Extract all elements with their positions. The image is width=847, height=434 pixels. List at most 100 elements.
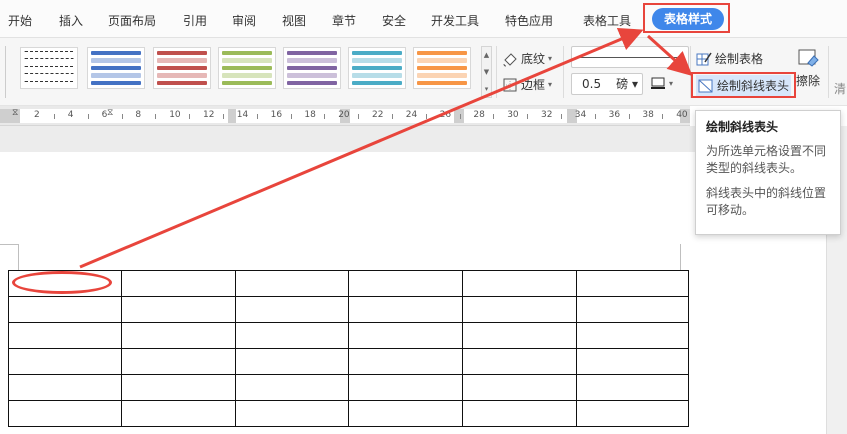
tab-table-tools[interactable]: 表格工具 — [583, 12, 631, 29]
ruler-tick — [53, 114, 55, 119]
ruler-tick — [256, 114, 258, 119]
shading-button[interactable]: 底纹 ▾ — [502, 50, 552, 67]
table-cell[interactable] — [235, 296, 349, 323]
table-cell[interactable] — [348, 296, 463, 323]
tab-page-layout[interactable]: 页面布局 — [108, 12, 156, 29]
margin-corner-mark — [18, 244, 19, 270]
chevron-up-icon[interactable]: ▲ — [482, 47, 491, 64]
table-cell[interactable] — [235, 322, 349, 349]
table-style-swatch-orange[interactable] — [413, 47, 471, 89]
table-style-swatch-blue[interactable] — [87, 47, 145, 89]
table-cell[interactable] — [462, 400, 577, 427]
table-cell[interactable] — [462, 322, 577, 349]
table-cell[interactable] — [8, 322, 122, 349]
table-cell[interactable] — [235, 270, 349, 297]
line-color-button[interactable]: ▾ — [650, 76, 673, 90]
highlight-table-style-tab — [643, 3, 730, 33]
table-cell[interactable] — [235, 348, 349, 375]
ruler-number: 40 — [676, 110, 688, 120]
table-style-swatch-green[interactable] — [218, 47, 276, 89]
ruler-number: 10 — [169, 110, 181, 120]
ruler-number: 34 — [574, 110, 587, 120]
table-cell[interactable] — [462, 270, 577, 297]
draw-table-label: 绘制表格 — [715, 52, 764, 66]
ruler-number: 32 — [541, 110, 553, 120]
table-style-swatch-red[interactable] — [153, 47, 211, 89]
document-table[interactable] — [8, 270, 689, 427]
eraser-icon — [798, 49, 819, 67]
margin-corner-mark — [680, 244, 681, 270]
ruler-tick — [155, 114, 157, 119]
tab-references[interactable]: 引用 — [183, 12, 207, 29]
table-cell[interactable] — [576, 374, 689, 401]
table-cell[interactable] — [576, 322, 689, 349]
table-cell[interactable] — [348, 348, 463, 375]
table-cell[interactable] — [235, 374, 349, 401]
line-width-select[interactable]: 0.5 磅 ▾ — [571, 73, 643, 95]
tab-review[interactable]: 审阅 — [232, 12, 256, 29]
shading-icon — [503, 52, 517, 66]
table-cell[interactable] — [576, 296, 689, 323]
table-cell[interactable] — [8, 348, 122, 375]
table-cell[interactable] — [8, 296, 122, 323]
tab-start[interactable]: 开始 — [8, 12, 32, 29]
tab-insert[interactable]: 插入 — [59, 12, 83, 29]
tooltip-title: 绘制斜线表头 — [706, 120, 779, 134]
table-cell[interactable] — [121, 322, 236, 349]
table-cell[interactable] — [348, 270, 463, 297]
border-button[interactable]: 边框 ▾ — [502, 76, 552, 93]
ruler-tick — [425, 114, 427, 119]
horizontal-ruler[interactable]: ⧖ ⧖ 2 4 6 8 10 12 14 16 18 20 22 24 26 28 30 32 34 36 38 40 — [0, 106, 698, 126]
table-cell[interactable] — [121, 400, 236, 427]
table-cell[interactable] — [348, 400, 463, 427]
draw-table-button[interactable]: 绘制表格 — [696, 50, 763, 67]
table-cell[interactable] — [121, 374, 236, 401]
chevron-down-icon: ▾ — [548, 80, 553, 89]
table-cell[interactable] — [121, 348, 236, 375]
line-width-unit: 磅 ▾ — [616, 77, 638, 91]
expand-gallery-icon[interactable]: ▾ — [482, 81, 491, 98]
table-cell[interactable] — [462, 296, 577, 323]
table-cell[interactable] — [121, 270, 236, 297]
erase-label: 擦除 — [796, 74, 821, 88]
draw-table-icon — [696, 52, 712, 65]
table-cell[interactable] — [348, 322, 463, 349]
table-cell[interactable] — [8, 400, 122, 427]
ruler-column-marker[interactable] — [228, 109, 236, 123]
indent-marker-icon[interactable]: ⧖ — [12, 108, 18, 118]
table-cell[interactable] — [8, 374, 122, 401]
table-cell[interactable] — [576, 270, 689, 297]
tooltip-description: 为所选单元格设置不同类型的斜线表头。 — [706, 144, 827, 175]
table-cell[interactable] — [576, 348, 689, 375]
line-width-value: 0.5 — [582, 77, 602, 91]
table-cell[interactable] — [576, 400, 689, 427]
ruler-tick — [324, 114, 326, 119]
tab-view[interactable]: 视图 — [282, 12, 306, 29]
table-row — [8, 400, 689, 427]
gallery-scroll-icon[interactable]: ▲ ▼ ▾ — [481, 46, 492, 98]
erase-button[interactable]: 擦除 — [796, 48, 820, 89]
line-style-select[interactable] — [571, 46, 689, 68]
table-style-swatch-teal[interactable] — [348, 47, 406, 89]
table-cell[interactable] — [462, 348, 577, 375]
table-style-swatch-plain[interactable] — [20, 47, 78, 89]
table-cell[interactable] — [348, 374, 463, 401]
tab-security[interactable]: 安全 — [382, 12, 406, 29]
ruler-number: 12 — [203, 110, 215, 120]
table-cell[interactable] — [235, 400, 349, 427]
chevron-down-icon[interactable]: ▼ — [482, 64, 491, 81]
table-cell[interactable] — [121, 296, 236, 323]
table-row — [8, 322, 689, 349]
table-style-swatch-purple[interactable] — [283, 47, 341, 89]
ruler-tick — [594, 114, 596, 119]
tab-chapter[interactable]: 章节 — [332, 12, 356, 29]
ribbon-divider — [496, 46, 497, 98]
ruler-tick — [459, 114, 461, 119]
clear-button-partial[interactable]: 清 — [834, 80, 846, 97]
ruler-number: 2 — [34, 110, 40, 120]
table-cell[interactable] — [462, 374, 577, 401]
indent-marker-icon[interactable]: ⧖ — [107, 108, 113, 118]
ruler-number: 4 — [67, 110, 74, 120]
tab-features[interactable]: 特色应用 — [505, 12, 553, 29]
tab-developer[interactable]: 开发工具 — [431, 12, 479, 29]
